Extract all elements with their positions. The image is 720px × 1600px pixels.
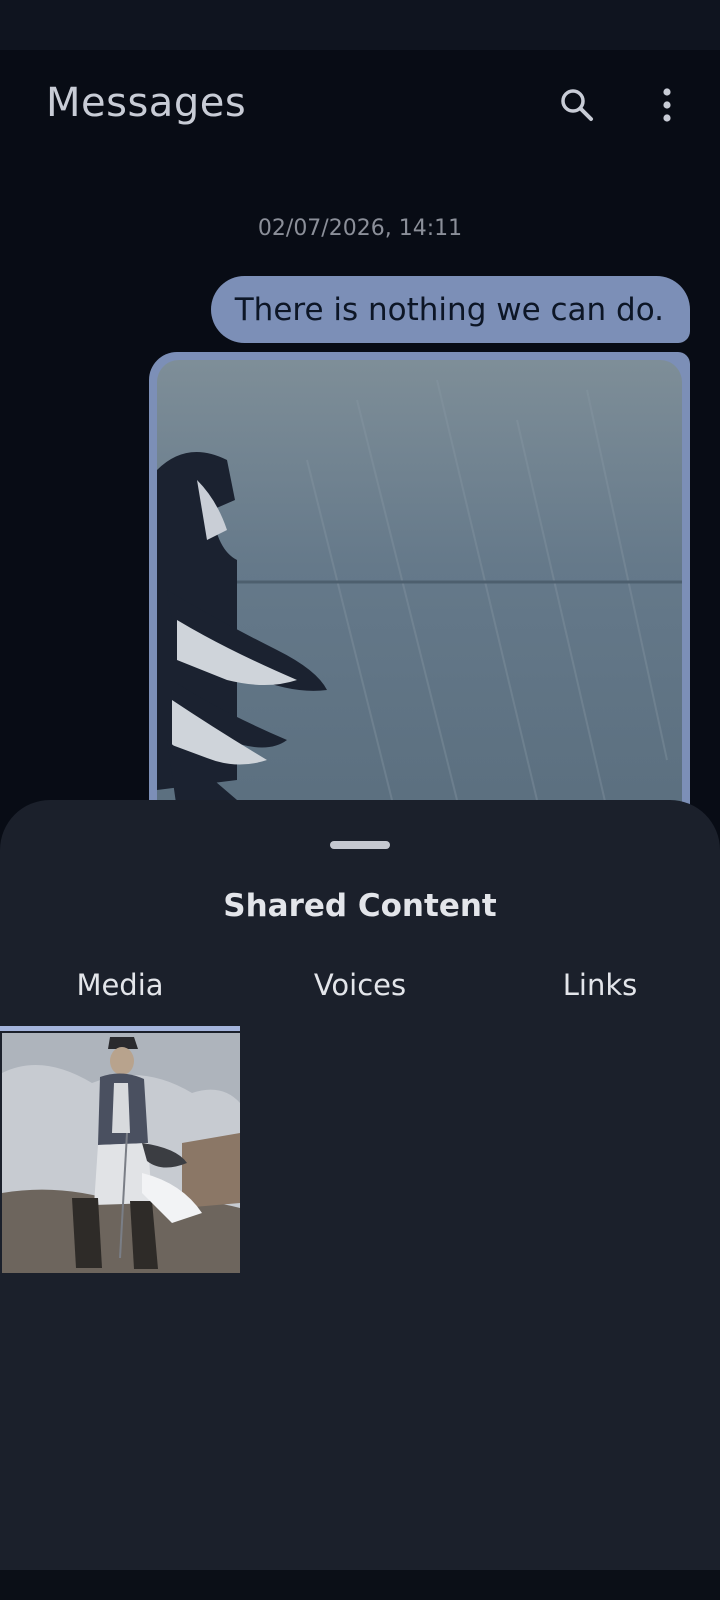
search-button[interactable] [553,81,601,129]
tab-voices[interactable]: Voices [240,950,480,1020]
tab-voices-label: Voices [313,968,407,1002]
media-message-bubble[interactable] [149,352,690,812]
message-text: There is nothing we can do. [234,291,664,328]
app-bar: Messages [0,50,720,160]
system-nav-bar [0,1570,720,1600]
page-title: Messages [46,80,247,126]
tab-indicator [0,1026,240,1031]
message-bubble[interactable]: There is nothing we can do. [210,276,690,343]
shared-content-sheet: Shared Content Media Voices Links [0,800,720,1570]
tab-media[interactable]: Media [0,950,240,1020]
tab-media-label: Media [76,968,164,1002]
tab-links-label: Links [562,968,638,1002]
more-vert-icon [663,88,671,122]
gif-image[interactable] [157,360,682,812]
media-thumbnail[interactable] [2,1033,240,1273]
tab-links[interactable]: Links [480,950,720,1020]
sheet-title: Shared Content [223,888,497,924]
drag-handle[interactable] [330,841,390,849]
message-timestamp: 02/07/2026, 14:11 [257,216,463,241]
more-options-button[interactable] [643,81,691,129]
search-icon [561,89,593,121]
status-bar [0,0,720,50]
